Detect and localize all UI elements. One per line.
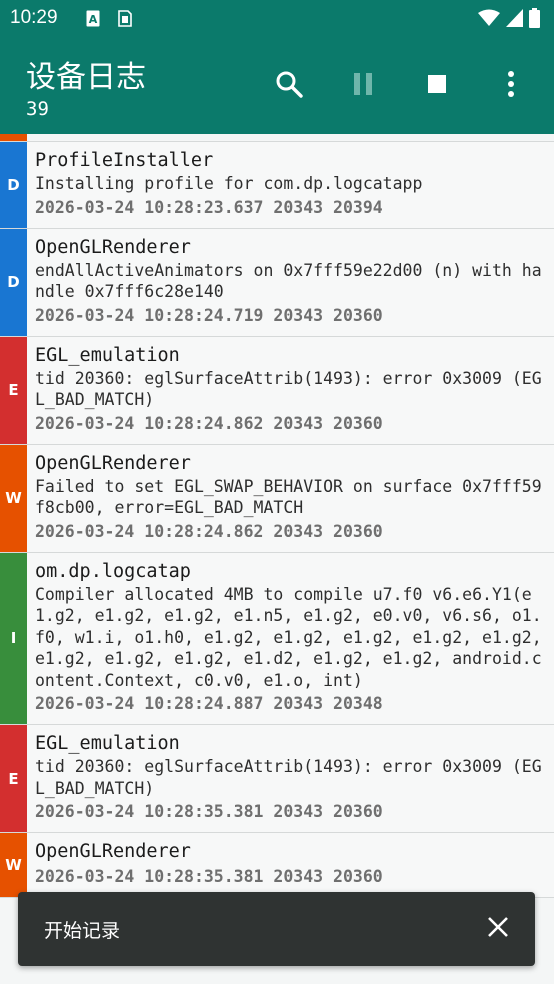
close-icon <box>487 916 509 942</box>
page-title: 设备日志 <box>26 60 146 95</box>
level-strip <box>0 134 27 141</box>
log-entry-partial <box>0 134 554 142</box>
log-meta: 2026-03-24 10:28:23.637 20343 20394 <box>35 197 383 217</box>
log-level-badge: W <box>0 833 27 897</box>
log-meta: 2026-03-24 10:28:35.381 20343 20360 <box>35 802 383 821</box>
log-entry[interactable]: Iom.dp.logcatap Compiler allocated 4MB to… <box>0 552 554 725</box>
log-entry[interactable]: W OpenGLRenderer Failed to set EGL_SWAP_BE… <box>0 444 554 553</box>
wifi-icon <box>478 9 500 31</box>
svg-text:A: A <box>89 13 98 26</box>
sim-card-icon <box>118 10 132 27</box>
log-body: ProfileInstaller Installing profile for c… <box>27 142 554 228</box>
battery-icon <box>529 8 540 32</box>
log-entry[interactable]: D ProfileInstaller Installing profile for … <box>0 142 554 229</box>
log-body: EGL_emulationtid 20360: eglSurfaceAttrib… <box>27 725 554 832</box>
log-level-badge: E <box>0 336 27 444</box>
log-tag: OpenGLRenderer <box>35 236 191 258</box>
snackbar-close-button[interactable] <box>481 912 515 946</box>
log-entry[interactable]: D OpenGLRenderer endAllActiveAnimators on … <box>0 228 554 337</box>
signal-icon <box>506 9 523 31</box>
stop-button[interactable] <box>417 66 457 106</box>
log-list[interactable]: D ProfileInstaller Installing profile for … <box>0 134 554 984</box>
more-vert-icon <box>507 70 515 102</box>
search-button[interactable] <box>269 66 309 106</box>
a-badge-icon: A <box>86 10 100 27</box>
log-entry[interactable]: E EGL_emulation tid 20360: eglSurfaceAttri… <box>0 336 554 445</box>
log-message: tid 20360: eglSurfaceAttrib(1493): error… <box>35 368 542 410</box>
log-tag: OpenGLRenderer <box>35 452 191 474</box>
log-level-badge: D <box>0 142 27 228</box>
log-level-badge: E <box>0 725 27 832</box>
log-tag: OpenGLRenderer <box>35 841 191 862</box>
log-meta: 2026-03-24 10:28:35.381 20343 20360 <box>35 867 383 886</box>
log-body: om.dp.logcatap Compiler allocated 4MB to … <box>27 553 554 725</box>
log-count: 39 <box>26 98 49 120</box>
log-message: endAllActiveAnimators on 0x7fff59e22d00 … <box>35 260 542 302</box>
log-body: OpenGLRenderer endAllActiveAnimators on 0… <box>27 229 554 336</box>
log-meta: 2026-03-24 10:28:24.862 20343 20360 <box>35 413 383 433</box>
pause-icon <box>352 72 374 100</box>
log-body: OpenGLRenderer 2026-03-24 10:28:35.381 20… <box>27 833 554 897</box>
status-time: 10:29 <box>10 7 58 28</box>
status-bar: 10:29 A <box>0 0 554 36</box>
app-bar: 设备日志 39 <box>0 36 554 134</box>
snackbar: 开始记录 <box>18 892 535 966</box>
log-message: Failed to set EGL_SWAP_BEHAVIOR on surfa… <box>35 476 542 518</box>
log-body: OpenGLRenderer Failed to set EGL_SWAP_BEH… <box>27 445 554 552</box>
log-level-badge: I <box>0 552 27 724</box>
log-body: EGL_emulation tid 20360: eglSurfaceAttrib… <box>27 337 554 444</box>
log-meta: 2026-03-24 10:28:24.719 20343 20360 <box>35 305 383 325</box>
log-level-badge: D <box>0 228 27 336</box>
log-message: tid 20360: eglSurfaceAttrib(1493): error… <box>35 757 542 798</box>
log-entries: D ProfileInstaller Installing profile for … <box>0 142 554 898</box>
snackbar-text: 开始记录 <box>44 920 121 942</box>
log-level-badge: W <box>0 444 27 552</box>
log-meta: 2026-03-24 10:28:24.887 20343 20348 <box>35 694 383 713</box>
log-tag: om.dp.logcatap <box>35 560 191 582</box>
log-entry[interactable]: W OpenGLRenderer 2026-03-24 10:28:35.381 2… <box>0 833 554 898</box>
log-tag: EGL_emulation <box>35 733 180 754</box>
log-entry[interactable]: E EGL_emulation tid 20360: eglSurfaceAttri… <box>0 725 554 833</box>
log-tag: ProfileInstaller <box>35 150 214 171</box>
log-tag: EGL_emulation <box>35 344 180 366</box>
pause-button[interactable] <box>343 66 383 106</box>
search-icon <box>275 70 303 102</box>
log-message: Compiler allocated 4MB to compile u7.f0 … <box>35 584 552 690</box>
more-options-button[interactable] <box>491 66 531 106</box>
log-message: Installing profile for com.dp.logcatapp <box>35 174 423 193</box>
log-meta: 2026-03-24 10:28:24.862 20343 20360 <box>35 521 383 541</box>
stop-icon <box>427 74 447 98</box>
